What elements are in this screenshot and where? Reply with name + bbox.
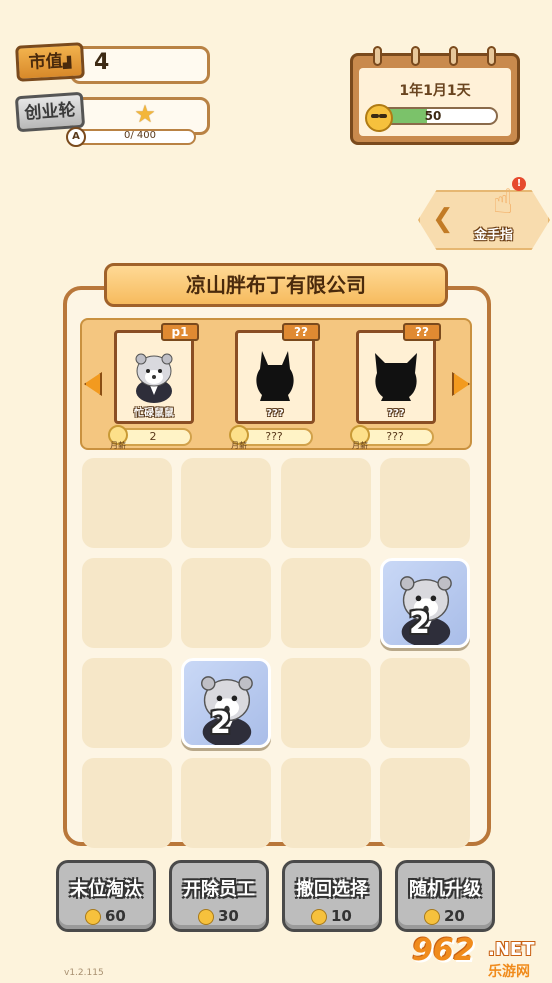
calendar-ring <box>411 46 420 66</box>
tile-level: 2 <box>210 706 231 741</box>
watermark-logo: 962 .NET 乐游网 <box>412 933 548 980</box>
employee-tag: ?? <box>403 323 441 341</box>
grid-cell[interactable] <box>281 458 371 548</box>
cheat-label: 金手指 <box>474 228 514 243</box>
market-value-bar <box>70 46 210 84</box>
grid-cell[interactable] <box>380 658 470 748</box>
action-label: 末位淘汰 <box>70 879 142 900</box>
tile-level: 2 <box>409 606 430 641</box>
eliminate-last-button[interactable]: 末位淘汰 60 <box>56 860 156 932</box>
action-label: 随机升级 <box>409 879 481 900</box>
company-name: 凉山胖布丁有限公司 <box>104 263 448 307</box>
back-arrow-icon: ❮ <box>432 204 454 234</box>
employee-card[interactable]: ?? ??? <box>235 323 320 424</box>
action-label: 撤回选择 <box>296 879 368 900</box>
action-cost: 60 <box>105 907 126 925</box>
smile-icon <box>85 909 101 925</box>
grid-cell[interactable] <box>281 558 371 648</box>
employee-tag: ?? <box>282 323 320 341</box>
grid-cell[interactable] <box>181 758 271 848</box>
rank-badge: A <box>66 127 86 147</box>
employee-name: ??? <box>387 408 405 419</box>
employee-card[interactable]: ?? ??? <box>356 323 441 424</box>
grid-cell[interactable] <box>82 558 172 648</box>
grid-cell[interactable] <box>380 458 470 548</box>
market-value-tag: 市值▟ <box>15 42 85 82</box>
star-icon: ★ <box>134 100 156 128</box>
action-cost: 20 <box>444 907 465 925</box>
grid-cell[interactable] <box>181 558 271 648</box>
startup-round-label: 创业轮 <box>23 100 77 124</box>
grid-cell[interactable] <box>82 658 172 748</box>
employee-name: ??? <box>266 408 284 419</box>
smile-icon <box>424 909 440 925</box>
action-cost: 10 <box>331 907 352 925</box>
employee-tile[interactable]: 2 <box>181 658 271 748</box>
calendar-ring <box>373 46 382 66</box>
sunglasses-face-icon <box>365 104 393 132</box>
grid-cell[interactable] <box>281 758 371 848</box>
chart-icon: ▟ <box>62 55 72 70</box>
watermark-sub: .NET <box>488 939 535 960</box>
undo-selection-button[interactable]: 撤回选择 10 <box>282 860 382 932</box>
grid-cell[interactable] <box>82 458 172 548</box>
employee-tag: p1 <box>161 323 199 341</box>
cheat-button[interactable]: ❮ ☝ ! 金手指 <box>418 177 550 250</box>
salary-label: 月薪 <box>110 441 126 450</box>
calendar-ring <box>449 46 458 66</box>
alert-badge: ! <box>512 177 526 191</box>
grid-cell[interactable] <box>181 458 271 548</box>
employee-name: 忙碌鼠鼠 <box>134 408 174 419</box>
grid-cell[interactable] <box>281 658 371 748</box>
market-value-label: 市值 <box>28 51 64 74</box>
silhouette-icon <box>256 351 294 401</box>
grid-cell[interactable] <box>380 758 470 848</box>
smile-icon <box>311 909 327 925</box>
action-cost: 30 <box>218 907 239 925</box>
action-label: 开除员工 <box>183 879 255 900</box>
calendar-date: 1年1月1天 <box>399 83 471 99</box>
smile-icon <box>198 909 214 925</box>
hamster-portrait-icon <box>135 353 173 403</box>
random-upgrade-button[interactable]: 随机升级 20 <box>395 860 495 932</box>
version-label: v1.2.115 <box>64 968 104 978</box>
employee-tile[interactable]: 2 <box>380 558 470 648</box>
salary-label: 月薪 <box>231 441 247 450</box>
watermark-main: 962 <box>412 933 475 968</box>
silhouette-icon <box>375 353 417 401</box>
employee-card[interactable]: p1 忙碌鼠鼠 <box>114 323 199 424</box>
watermark-small: 乐游网 <box>488 964 530 980</box>
salary-label: 月薪 <box>352 441 368 450</box>
grid-cell[interactable] <box>82 758 172 848</box>
calendar-ring <box>487 46 496 66</box>
market-value: 4 <box>94 50 110 75</box>
fire-employee-button[interactable]: 开除员工 30 <box>169 860 269 932</box>
xp-text: 0/ 400 <box>124 130 156 141</box>
